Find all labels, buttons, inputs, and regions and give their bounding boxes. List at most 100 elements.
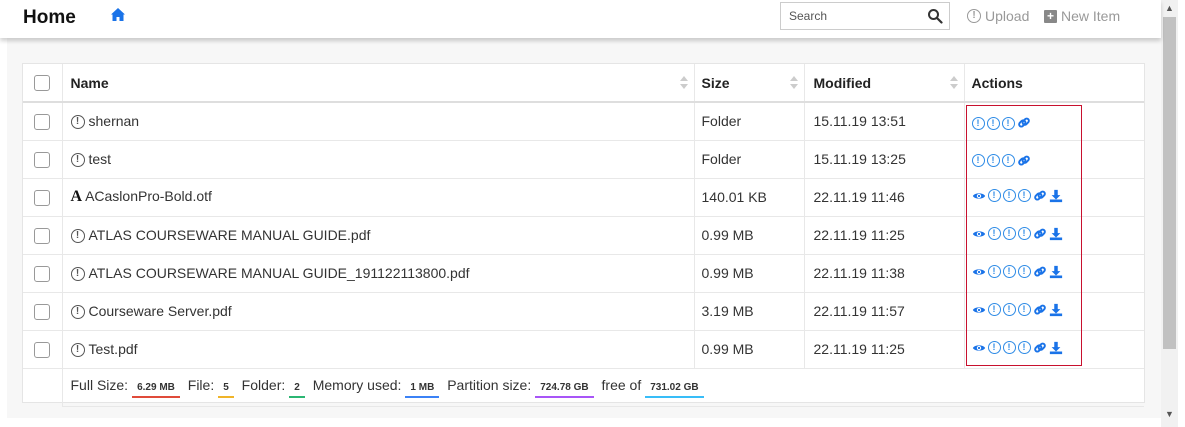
- exclamation-circle-icon[interactable]: !: [1001, 116, 1015, 130]
- column-header-size[interactable]: Size: [694, 64, 805, 103]
- memory-used-label: Memory used:: [312, 376, 402, 393]
- upload-button[interactable]: ! Upload: [967, 8, 1029, 24]
- exclamation-circle-icon[interactable]: !: [986, 116, 1000, 130]
- scroll-down-arrow-icon[interactable]: ▼: [1161, 406, 1178, 423]
- size-cell: Folder: [694, 102, 805, 141]
- file-size: Folder: [701, 113, 742, 130]
- exclamation-circle-icon[interactable]: !: [986, 154, 1000, 168]
- table-row[interactable]: ! Test.pdf 0.99 MB 22.11.19 11:25!!!: [23, 330, 1144, 369]
- download-icon[interactable]: [1049, 227, 1063, 241]
- file-count-value: 5: [218, 381, 234, 398]
- new-item-button[interactable]: + New Item: [1044, 8, 1120, 24]
- name-cell[interactable]: ! shernan: [62, 102, 695, 141]
- exclamation-circle-icon[interactable]: !: [987, 303, 1001, 316]
- name-cell[interactable]: ! test: [62, 140, 695, 179]
- exclamation-circle-icon[interactable]: !: [971, 154, 985, 168]
- eye-icon[interactable]: [972, 189, 986, 203]
- exclamation-circle-icon[interactable]: !: [1017, 341, 1031, 354]
- home-icon[interactable]: [110, 7, 126, 23]
- exclamation-circle-icon[interactable]: !: [1002, 189, 1016, 202]
- row-checkbox[interactable]: [34, 151, 51, 168]
- link-icon[interactable]: [1033, 341, 1047, 355]
- search-input[interactable]: [781, 3, 911, 29]
- download-icon[interactable]: [1049, 265, 1063, 279]
- row-checkbox[interactable]: [34, 113, 51, 130]
- exclamation-circle-icon[interactable]: !: [987, 227, 1001, 240]
- column-header-modified[interactable]: Modified: [804, 64, 965, 103]
- file-name[interactable]: Courseware Server.pdf: [89, 303, 232, 319]
- link-icon[interactable]: [1033, 189, 1047, 203]
- sort-icon[interactable]: [679, 76, 688, 90]
- font-icon: A: [70, 188, 83, 205]
- eye-icon[interactable]: [972, 341, 986, 355]
- exclamation-circle-icon[interactable]: !: [1002, 265, 1016, 278]
- download-icon[interactable]: [1049, 341, 1063, 355]
- link-icon[interactable]: [1017, 154, 1031, 168]
- eye-icon[interactable]: [972, 227, 986, 241]
- search-box[interactable]: [780, 2, 950, 30]
- exclamation-circle-icon: !: [70, 115, 85, 130]
- download-icon[interactable]: [1049, 303, 1063, 317]
- file-name[interactable]: ATLAS COURSEWARE MANUAL GUIDE_1911221138…: [89, 265, 470, 281]
- table-row[interactable]: ! test Folder 15.11.19 13:25!!!: [23, 140, 1144, 179]
- file-name[interactable]: Test.pdf: [89, 341, 138, 357]
- row-checkbox[interactable]: [34, 265, 51, 282]
- link-icon[interactable]: [1033, 227, 1047, 241]
- eye-icon[interactable]: [972, 303, 986, 317]
- scroll-thumb[interactable]: [1163, 17, 1176, 349]
- download-icon[interactable]: [1049, 189, 1063, 203]
- modified-cell: 22.11.19 11:25: [804, 216, 965, 255]
- file-name[interactable]: shernan: [89, 113, 140, 129]
- full-size-value: 6.29 MB: [132, 381, 180, 398]
- row-checkbox[interactable]: [34, 303, 51, 320]
- table-row[interactable]: ! ATLAS COURSEWARE MANUAL GUIDE_191122113…: [23, 254, 1144, 293]
- exclamation-circle-icon[interactable]: !: [1017, 303, 1031, 316]
- name-cell[interactable]: ! ATLAS COURSEWARE MANUAL GUIDE_191122113…: [62, 254, 695, 293]
- file-count-label: File:: [187, 376, 215, 393]
- exclamation-circle-icon[interactable]: !: [1017, 265, 1031, 278]
- exclamation-circle-icon[interactable]: !: [1002, 341, 1016, 354]
- row-actions: !!!: [971, 154, 1031, 168]
- file-name[interactable]: ATLAS COURSEWARE MANUAL GUIDE.pdf: [89, 227, 371, 243]
- name-cell[interactable]: ! Courseware Server.pdf: [62, 292, 695, 331]
- exclamation-circle-icon: !: [967, 9, 981, 23]
- name-cell[interactable]: ! ATLAS COURSEWARE MANUAL GUIDE.pdf: [62, 216, 695, 255]
- search-icon[interactable]: [927, 8, 943, 24]
- free-of-label: free of: [601, 376, 642, 393]
- link-icon[interactable]: [1033, 303, 1047, 317]
- column-name-label: Name: [70, 74, 109, 91]
- exclamation-circle-icon[interactable]: !: [1002, 303, 1016, 316]
- link-icon[interactable]: [1033, 265, 1047, 279]
- exclamation-circle-icon[interactable]: !: [1017, 227, 1031, 240]
- exclamation-circle-icon[interactable]: !: [987, 265, 1001, 278]
- exclamation-circle-icon[interactable]: !: [1017, 189, 1031, 202]
- row-checkbox[interactable]: [34, 341, 51, 358]
- row-checkbox[interactable]: [34, 227, 51, 244]
- link-icon[interactable]: [1017, 116, 1031, 130]
- file-name[interactable]: ACaslonPro-Bold.otf: [85, 188, 212, 204]
- file-size: 3.19 MB: [701, 303, 754, 319]
- table-row[interactable]: ! ATLAS COURSEWARE MANUAL GUIDE.pdf 0.99 M…: [23, 216, 1144, 255]
- exclamation-circle-icon[interactable]: !: [987, 341, 1001, 354]
- table-row[interactable]: ! shernan Folder 15.11.19 13:51!!!: [23, 102, 1144, 141]
- exclamation-circle-icon[interactable]: !: [971, 116, 985, 130]
- exclamation-circle-icon[interactable]: !: [1002, 227, 1016, 240]
- eye-icon[interactable]: [972, 265, 986, 279]
- sort-icon[interactable]: [789, 76, 798, 90]
- row-select-cell: [23, 178, 63, 217]
- file-name[interactable]: test: [89, 151, 112, 167]
- sort-icon[interactable]: [949, 76, 958, 90]
- actions-cell: !!!: [964, 102, 1144, 141]
- column-header-name[interactable]: Name: [62, 64, 695, 103]
- exclamation-circle-icon[interactable]: !: [1001, 154, 1015, 168]
- name-cell[interactable]: ! Test.pdf: [62, 330, 695, 369]
- name-cell[interactable]: A ACaslonPro-Bold.otf: [62, 178, 695, 217]
- exclamation-circle-icon[interactable]: !: [987, 189, 1001, 202]
- scroll-up-arrow-icon[interactable]: ▲: [1161, 0, 1178, 17]
- table-row[interactable]: ! Courseware Server.pdf 3.19 MB 22.11.19 11…: [23, 292, 1144, 331]
- row-checkbox[interactable]: [34, 189, 51, 206]
- select-all-checkbox[interactable]: [34, 75, 51, 92]
- exclamation-circle-icon: !: [70, 305, 85, 320]
- table-row[interactable]: A ACaslonPro-Bold.otf 140.01 KB 22.11.19 11…: [23, 178, 1144, 217]
- vertical-scrollbar[interactable]: ▲ ▼: [1161, 0, 1178, 427]
